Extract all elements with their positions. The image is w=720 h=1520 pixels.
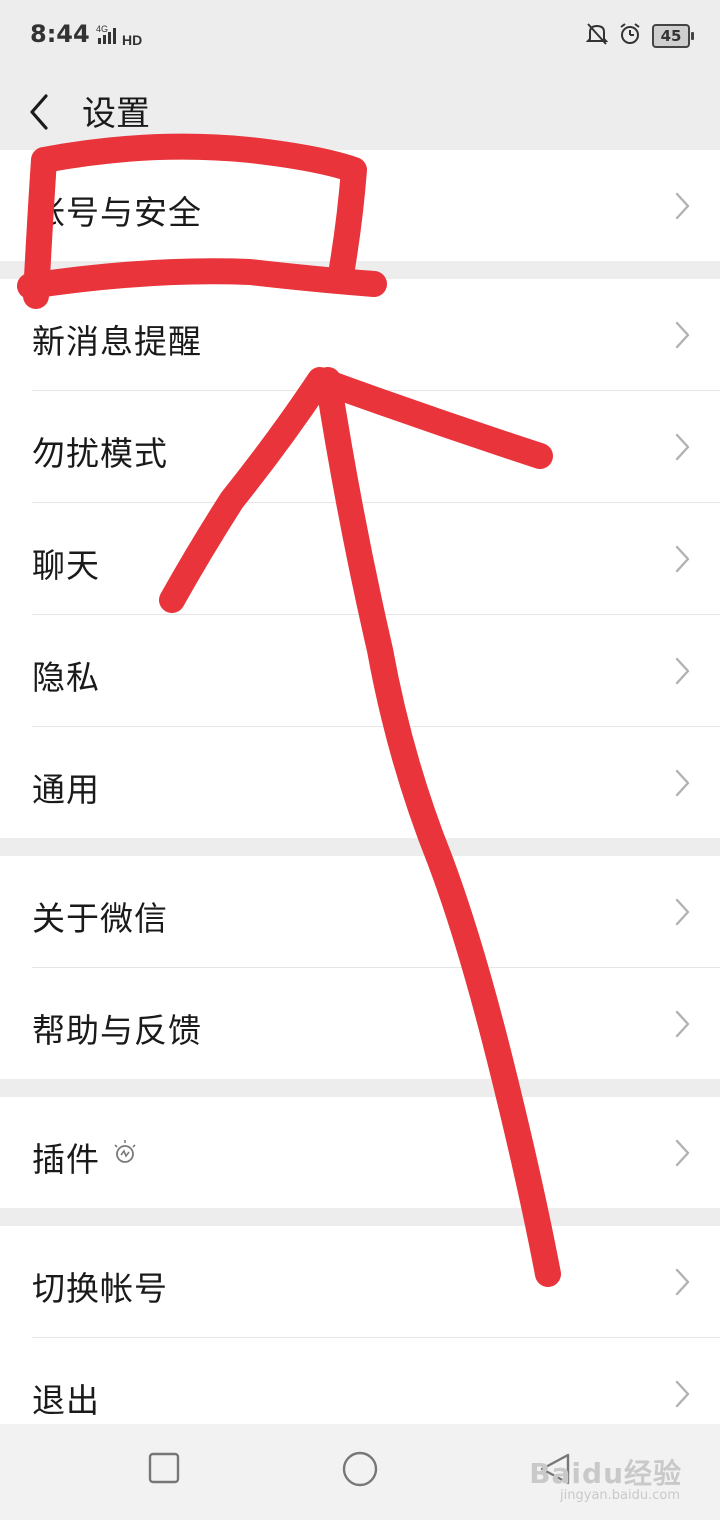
back-button[interactable]	[18, 84, 64, 138]
settings-item-label: 切换帐号	[32, 1269, 168, 1308]
settings-item-label: 帐号与安全	[32, 193, 202, 232]
settings-item-label: 关于微信	[32, 899, 168, 938]
page-title: 设置	[82, 94, 150, 134]
settings-group-account: 帐号与安全	[0, 150, 720, 261]
recents-button[interactable]	[148, 1452, 180, 1488]
settings-item-help-feedback[interactable]: 帮助与反馈	[32, 968, 720, 1079]
settings-item-label: 勿扰模式	[32, 434, 168, 473]
settings-item-switch-account[interactable]: 切换帐号	[32, 1226, 720, 1338]
chevron-right-icon	[675, 1010, 690, 1038]
watermark-brand: Baidu经验	[529, 1457, 682, 1490]
hd-label: HD	[122, 32, 142, 48]
settings-item-new-message-alerts[interactable]: 新消息提醒	[32, 279, 720, 391]
chevron-right-icon	[675, 321, 690, 349]
square-icon	[148, 1452, 180, 1484]
watermark-url: jingyan.baidu.com	[560, 1488, 680, 1503]
settings-item-general[interactable]: 通用	[32, 727, 720, 838]
status-time: 8:44	[30, 20, 90, 48]
chevron-right-icon	[675, 898, 690, 926]
battery-icon: 45	[652, 24, 694, 48]
network-type-label: 4G	[96, 24, 108, 34]
mute-bell-icon	[585, 22, 609, 50]
settings-item-label: 退出	[32, 1381, 100, 1420]
status-right-icons: 45	[585, 22, 694, 50]
chevron-right-icon	[675, 545, 690, 573]
chevron-right-icon	[675, 1268, 690, 1296]
settings-group-about: 关于微信 帮助与反馈	[0, 856, 720, 1079]
settings-item-do-not-disturb[interactable]: 勿扰模式	[32, 391, 720, 503]
settings-item-label: 帮助与反馈	[32, 1011, 202, 1050]
settings-item-label: 隐私	[32, 658, 100, 697]
chevron-right-icon	[675, 1139, 690, 1167]
settings-item-label: 插件	[32, 1140, 100, 1179]
chevron-left-icon	[30, 94, 48, 130]
settings-group-plugins: 插件	[0, 1097, 720, 1208]
settings-item-chat[interactable]: 聊天	[32, 503, 720, 615]
settings-item-plugins[interactable]: 插件	[32, 1097, 720, 1208]
chevron-right-icon	[675, 1380, 690, 1408]
title-bar: 设置	[0, 72, 720, 151]
settings-item-label: 聊天	[32, 546, 100, 585]
settings-group-main: 新消息提醒 勿扰模式 聊天 隐私 通用	[0, 279, 720, 838]
signal-icon: 4G HD	[96, 22, 144, 52]
home-button[interactable]	[341, 1450, 379, 1492]
chevron-right-icon	[675, 192, 690, 220]
settings-item-privacy[interactable]: 隐私	[32, 615, 720, 727]
chevron-right-icon	[675, 657, 690, 685]
lightbulb-icon	[114, 1140, 136, 1163]
settings-item-account-security[interactable]: 帐号与安全	[32, 150, 720, 261]
settings-item-label: 新消息提醒	[32, 322, 202, 361]
alarm-icon	[618, 22, 642, 50]
settings-group-account-actions: 切换帐号 退出	[0, 1226, 720, 1449]
settings-item-label: 通用	[32, 770, 100, 809]
settings-item-about-wechat[interactable]: 关于微信	[32, 856, 720, 968]
status-bar: 8:44 4G HD 45	[0, 0, 720, 72]
circle-icon	[342, 1451, 378, 1487]
chevron-right-icon	[675, 433, 690, 461]
chevron-right-icon	[675, 769, 690, 797]
